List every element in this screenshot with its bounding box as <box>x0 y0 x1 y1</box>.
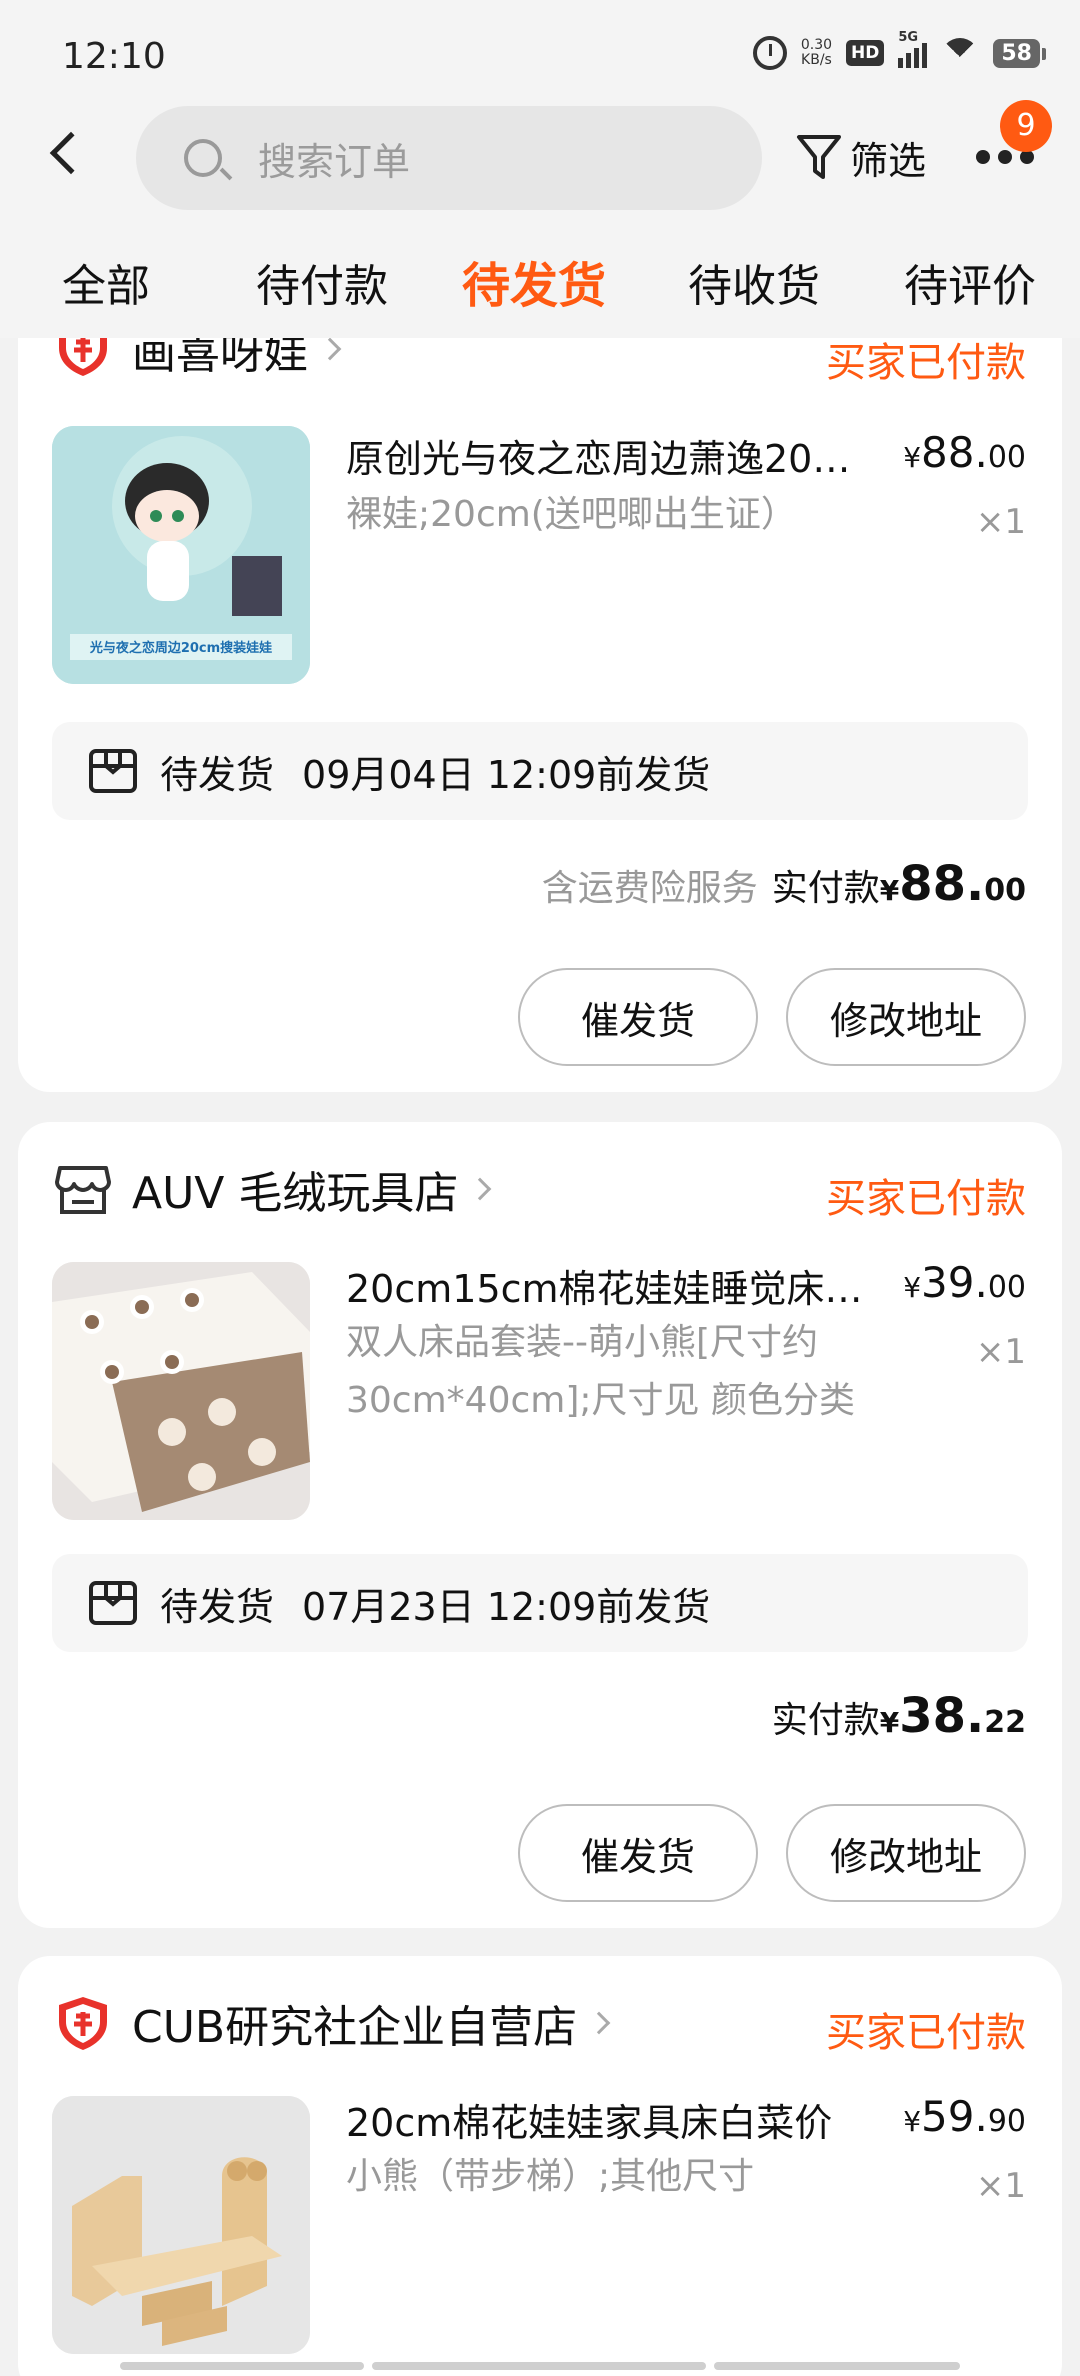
product-quantity: ×1 <box>975 1332 1026 1372</box>
back-arrow-icon[interactable] <box>49 131 93 175</box>
urge-shipment-button[interactable]: 催发货 <box>518 1804 758 1902</box>
signal-icon: 5G <box>898 30 928 68</box>
top-bar: 12:10 0.30 KB/s HD 5G 58 搜索订单 筛选 9 全部 待付… <box>0 0 1080 338</box>
change-address-button[interactable]: 修改地址 <box>786 968 1026 1066</box>
product-price: ¥39.00 <box>903 1258 1026 1307</box>
shop-header[interactable]: CUB研究社企业自营店 <box>54 1988 611 2058</box>
scroll-indicator <box>714 2362 960 2370</box>
payment-total: 实付款 ¥ 38. 22 <box>771 1688 1026 1744</box>
order-status: 买家已付款 <box>826 1176 1026 1222</box>
ship-deadline: 07月23日 12:09前发货 <box>302 1584 711 1629</box>
order-status: 买家已付款 <box>826 2010 1026 2056</box>
enterprise-shield-icon <box>59 1997 107 2050</box>
package-icon <box>89 1581 137 1625</box>
product-title[interactable]: 20cm15cm棉花娃娃睡觉床品套装 <box>346 1258 866 1313</box>
filter-icon <box>797 134 841 179</box>
shop-name: CUB研究社企业自营店 <box>132 2002 578 2053</box>
search-icon <box>184 139 222 177</box>
search-placeholder: 搜索订单 <box>258 139 411 184</box>
thumbnail-caption: 光与夜之恋周边20cm搜装娃娃 <box>89 640 272 656</box>
store-icon <box>55 1166 111 1214</box>
product-quantity: ×1 <box>975 2166 1026 2206</box>
hd-icon: HD <box>846 40 885 66</box>
ship-label: 待发货 <box>160 1584 275 1629</box>
chevron-right-icon <box>469 1177 492 1201</box>
shipping-info[interactable]: 待发货 07月23日 12:09前发货 <box>52 1554 1028 1652</box>
order-card: AUV 毛绒玩具店 买家已付款 20cm15cm棉花娃娃睡觉床品套装 双人床品套… <box>18 1122 1062 1928</box>
product-thumbnail[interactable] <box>52 2096 310 2354</box>
product-spec: 双人床品套装--萌小熊[尺寸约30cm*40cm];尺寸见 颜色分类 <box>346 1322 855 1421</box>
tab-pending-review[interactable]: 待评价 <box>904 250 1036 314</box>
filter-button[interactable]: 筛选 <box>796 130 926 185</box>
tab-all[interactable]: 全部 <box>62 250 150 314</box>
tab-pending-payment[interactable]: 待付款 <box>256 250 388 314</box>
notification-badge: 9 <box>1000 100 1052 152</box>
clock: 12:10 <box>62 36 166 77</box>
order-card: CUB研究社企业自营店 买家已付款 20cm棉花娃娃家具床白菜价 小熊（带步梯）… <box>18 1956 1062 2376</box>
more-icon[interactable] <box>976 150 1034 164</box>
product-title[interactable]: 原创光与夜之恋周边萧逸20cm搜装娃娃 <box>346 428 866 483</box>
product-price: ¥88.00 <box>903 428 1026 477</box>
product-thumbnail[interactable]: 光与夜之恋周边20cm搜装娃娃 <box>52 426 310 684</box>
ship-label: 待发货 <box>160 752 275 797</box>
total-label: 实付款 <box>771 1700 880 1741</box>
product-thumbnail[interactable] <box>52 1262 310 1520</box>
status-icons: 0.30 KB/s HD 5G 58 <box>752 30 1046 70</box>
alarm-icon <box>752 36 787 70</box>
product-spec: 裸娃;20cm(送吧唧出生证） <box>346 494 797 535</box>
status-bar: 12:10 0.30 KB/s HD 5G 58 <box>0 0 1080 100</box>
shop-header[interactable]: AUV 毛绒玩具店 <box>54 1154 492 1224</box>
search-input[interactable]: 搜索订单 <box>136 106 762 210</box>
total-label: 实付款 <box>771 868 880 909</box>
product-quantity: ×1 <box>975 502 1026 542</box>
insurance-label: 含运费险服务 <box>541 868 758 909</box>
product-image <box>52 1262 310 1520</box>
order-tabs: 全部 待付款 待发货 待收货 待评价 <box>0 250 1080 334</box>
shop-name: AUV 毛绒玩具店 <box>132 1168 459 1219</box>
product-image <box>52 2096 310 2354</box>
order-card: 画喜呀娃 买家已付款 光与夜之恋周边20cm搜装娃娃 原创光与夜之恋周边萧逸20… <box>18 290 1062 1092</box>
chevron-right-icon <box>318 337 342 361</box>
chevron-right-icon <box>587 2011 611 2035</box>
product-price: ¥59.90 <box>903 2092 1026 2141</box>
tab-pending-receipt[interactable]: 待收货 <box>688 250 820 314</box>
payment-total: 含运费险服务 实付款 ¥ 88. 00 <box>541 856 1026 912</box>
change-address-button[interactable]: 修改地址 <box>786 1804 1026 1902</box>
product-spec: 小熊（带步梯）;其他尺寸 <box>346 2156 755 2197</box>
package-icon <box>89 749 137 793</box>
nav-bar: 搜索订单 筛选 9 <box>0 100 1080 220</box>
wifi-icon <box>941 38 980 68</box>
filter-label: 筛选 <box>850 139 927 183</box>
product-image: 光与夜之恋周边20cm搜装娃娃 <box>52 426 310 684</box>
urge-shipment-button[interactable]: 催发货 <box>518 968 758 1066</box>
net-speed: 0.30 KB/s <box>800 37 833 68</box>
order-status: 买家已付款 <box>826 340 1026 386</box>
battery-icon: 58 <box>993 38 1046 68</box>
tab-pending-shipment[interactable]: 待发货 <box>462 246 606 316</box>
shipping-info[interactable]: 待发货 09月04日 12:09前发货 <box>52 722 1028 820</box>
ship-deadline: 09月04日 12:09前发货 <box>302 752 711 797</box>
product-title[interactable]: 20cm棉花娃娃家具床白菜价 <box>346 2092 866 2147</box>
scroll-indicator <box>372 2362 706 2370</box>
scroll-indicator <box>120 2362 364 2370</box>
